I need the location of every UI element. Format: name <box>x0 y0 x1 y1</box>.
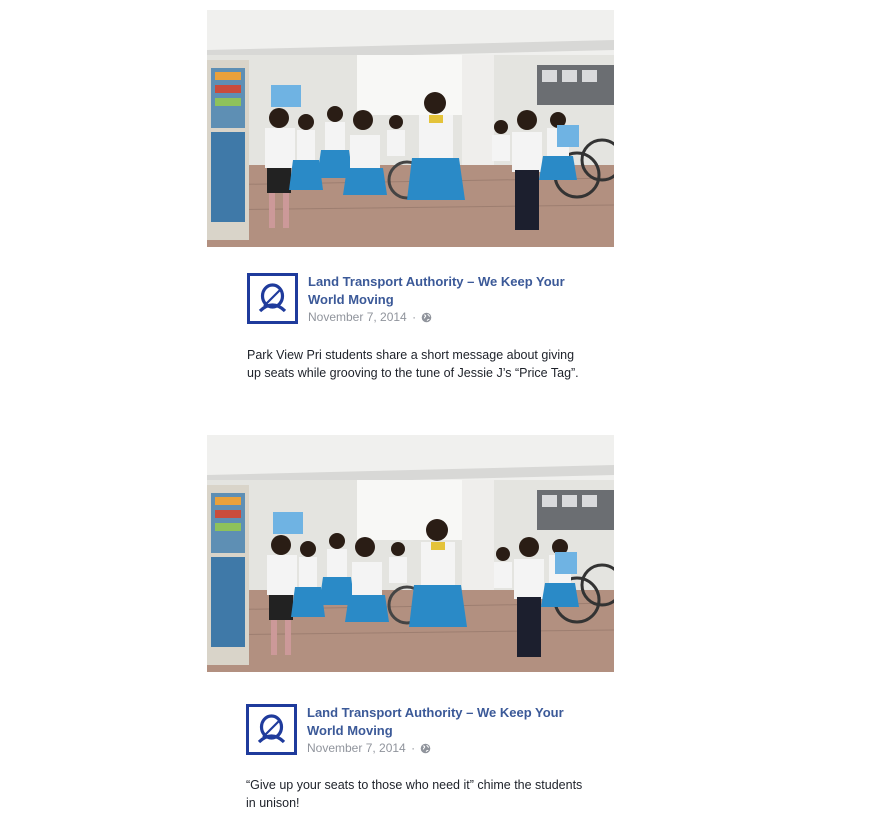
globe-icon[interactable] <box>421 312 432 323</box>
post-photo[interactable] <box>207 435 614 672</box>
page-name-link[interactable]: Land Transport Authority – We Keep Your … <box>308 273 588 309</box>
post-caption: “Give up your seats to those who need it… <box>246 778 583 810</box>
post-header: Land Transport Authority – We Keep Your … <box>246 704 606 760</box>
post-caption: Park View Pri students share a short mes… <box>247 348 579 380</box>
lta-logo-avatar[interactable] <box>246 704 297 755</box>
feed: Land Transport Authority – We Keep Your … <box>0 0 874 819</box>
lta-logo-icon <box>249 707 294 752</box>
meta-separator: · <box>412 310 417 324</box>
post-meta: November 7, 2014 · <box>308 310 432 325</box>
post-date-link[interactable]: November 7, 2014 <box>308 310 407 324</box>
post-header: Land Transport Authority – We Keep Your … <box>247 273 607 329</box>
students-photo-icon <box>207 10 614 247</box>
post-photo[interactable] <box>207 10 614 247</box>
students-photo-icon <box>207 435 614 672</box>
post-meta: November 7, 2014 · <box>307 741 431 756</box>
globe-icon[interactable] <box>420 743 431 754</box>
lta-logo-avatar[interactable] <box>247 273 298 324</box>
lta-logo-icon <box>250 276 295 321</box>
post-date-link[interactable]: November 7, 2014 <box>307 741 406 755</box>
meta-separator: · <box>411 741 416 755</box>
page-name-link[interactable]: Land Transport Authority – We Keep Your … <box>307 704 587 740</box>
